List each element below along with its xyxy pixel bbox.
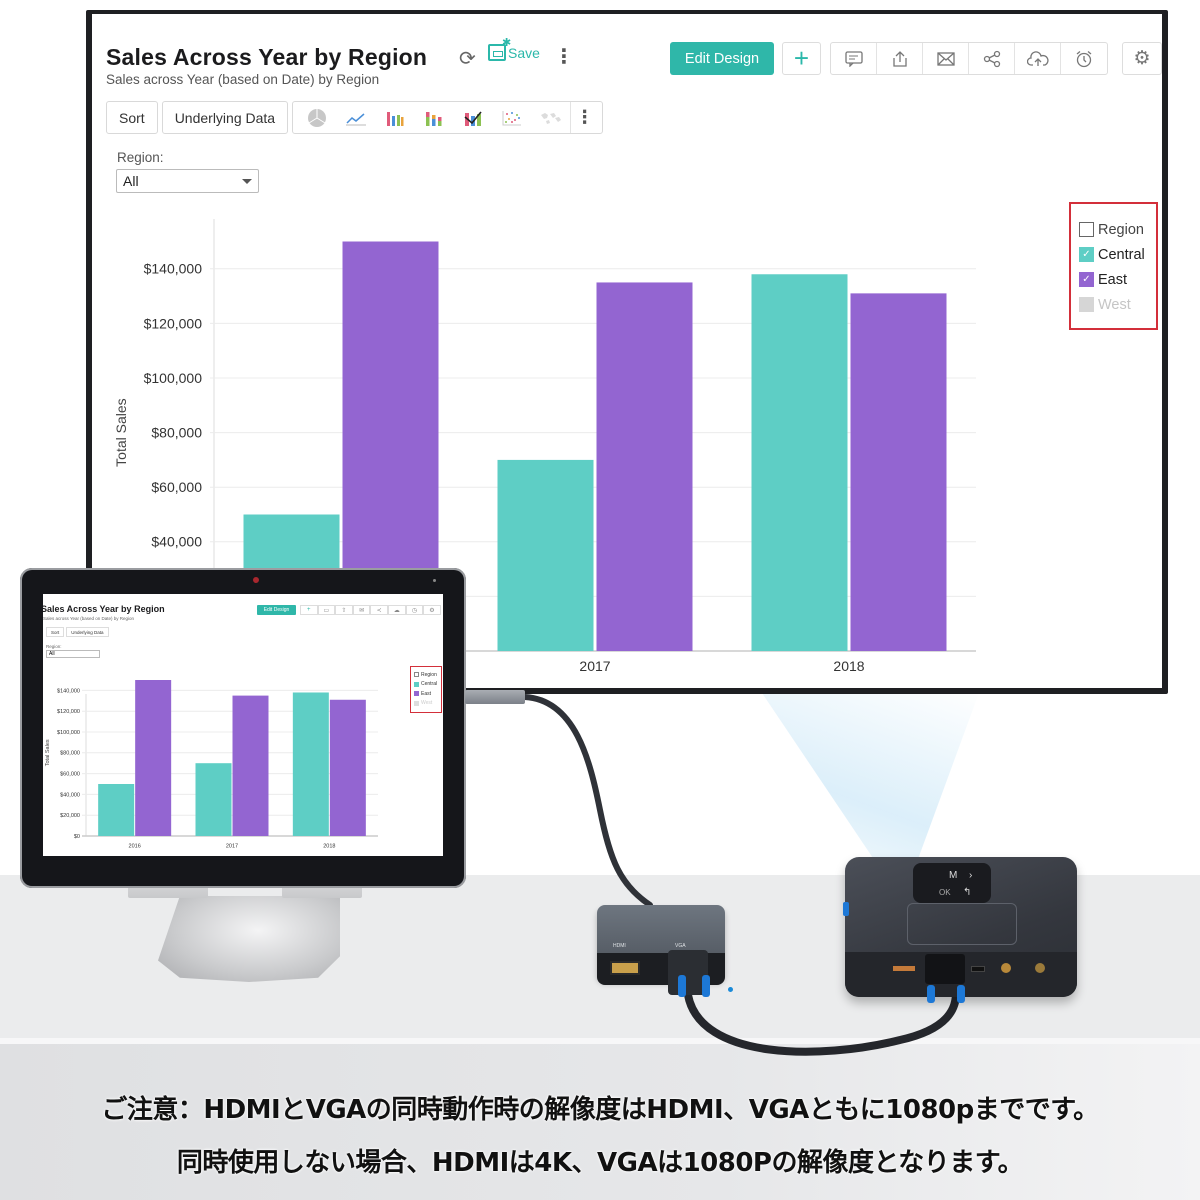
x-tick-label: 2017 xyxy=(226,844,238,850)
legend-item-central[interactable]: ✓ Central xyxy=(1079,242,1156,267)
x-tick-label: 2018 xyxy=(323,844,335,850)
legend-label: Region xyxy=(421,671,437,678)
tablet-legend-central[interactable]: Central xyxy=(414,680,441,690)
bar-east-2017 xyxy=(232,695,269,836)
tablet-stand-base xyxy=(158,896,340,982)
vga-screw-left xyxy=(678,975,686,997)
y-tick-label: $140,000 xyxy=(57,688,80,694)
y-tick-label: $60,000 xyxy=(151,479,202,495)
bar-central-2018 xyxy=(751,274,848,651)
tablet-legend-header[interactable]: Region xyxy=(414,670,441,680)
legend-item-west[interactable]: West xyxy=(1079,292,1156,317)
mini-projector: M OK › ↰ xyxy=(843,857,1077,997)
projector-vga-screw-right xyxy=(957,985,965,1003)
projector-control-panel: M OK › ↰ xyxy=(913,863,991,903)
projector-touchpad xyxy=(907,903,1017,945)
usb-c-connector xyxy=(465,690,525,704)
tablet-dashboard-view: Sales Across Year by Region Sales across… xyxy=(43,594,443,856)
y-tick-label: $120,000 xyxy=(57,709,80,715)
legend-label: Central xyxy=(1098,246,1145,263)
tablet-device: Sales Across Year by Region Sales across… xyxy=(20,568,466,888)
hdmi-input-port xyxy=(971,966,985,972)
y-tick-label: $0 xyxy=(74,834,80,840)
sensor-dot xyxy=(433,579,436,582)
legend-label: Region xyxy=(1098,221,1144,238)
y-axis-title: Total Sales xyxy=(45,739,51,766)
legend-item-east[interactable]: ✓ East xyxy=(1079,267,1156,292)
legend-label: West xyxy=(1098,296,1131,313)
y-tick-label: $80,000 xyxy=(60,751,80,757)
audio-jack xyxy=(1001,963,1011,973)
hdmi-port xyxy=(610,961,640,975)
bar-central-2017 xyxy=(195,763,232,836)
bar-east-2016 xyxy=(135,680,172,836)
legend-label: West xyxy=(421,700,433,707)
legend-checkbox-region[interactable] xyxy=(1079,222,1094,237)
y-tick-label: $140,000 xyxy=(144,261,203,277)
bar-central-2018 xyxy=(292,692,329,836)
bar-central-2016 xyxy=(98,784,135,836)
bar-east-2018 xyxy=(850,293,947,651)
y-tick-label: $60,000 xyxy=(60,772,80,778)
legend-header[interactable]: Region xyxy=(1079,217,1156,242)
projector-menu-button: M xyxy=(949,870,958,881)
x-tick-label: 2017 xyxy=(579,658,610,674)
y-tick-label: $40,000 xyxy=(60,792,80,798)
dc-jack xyxy=(1035,963,1045,973)
bar-central-2017 xyxy=(497,459,594,651)
x-tick-label: 2018 xyxy=(833,658,864,674)
vga-port-label: VGA xyxy=(675,943,686,949)
legend-label: East xyxy=(1098,271,1128,288)
legend-checkbox-central[interactable]: ✓ xyxy=(1079,247,1094,262)
hdmi-port-label: HDMI xyxy=(613,943,626,949)
caption-line-1: ご注意：HDMIとVGAの同時動作時の解像度はHDMI、VGAともに1080pま… xyxy=(101,1095,1099,1125)
vga-input-connector xyxy=(925,954,965,984)
tablet-legend-west[interactable]: West xyxy=(414,699,441,709)
usb-port xyxy=(893,966,915,971)
projector-next-icon: › xyxy=(969,870,973,881)
y-tick-label: $100,000 xyxy=(57,730,80,736)
y-tick-label: $120,000 xyxy=(144,315,203,331)
vga-screw-right xyxy=(702,975,710,997)
projector-side-button xyxy=(843,902,849,916)
tablet-chart-legend: Region Central East West xyxy=(410,666,442,713)
bar-east-2017 xyxy=(596,282,693,651)
y-tick-label: $40,000 xyxy=(151,534,202,550)
legend-label: East xyxy=(421,690,432,697)
tablet-legend-east[interactable]: East xyxy=(414,689,441,699)
caption-line-2: 同時使用しない場合、HDMIは4K、VGAは1080Pの解像度となります。 xyxy=(176,1148,1024,1178)
y-tick-label: $80,000 xyxy=(151,425,202,441)
y-tick-label: $100,000 xyxy=(144,370,203,386)
camera-icon xyxy=(253,577,259,583)
tablet-bar-chart: $0 $20,000 $40,000 $60,000 $80,000 $100,000 $1… xyxy=(45,680,378,850)
legend-checkbox-east[interactable]: ✓ xyxy=(1079,272,1094,287)
legend-checkbox-west[interactable] xyxy=(1079,297,1094,312)
y-axis-title: Total Sales xyxy=(113,398,129,466)
projector-ok-button: OK xyxy=(939,888,951,897)
projector-vga-screw-left xyxy=(927,985,935,1003)
bar-east-2018 xyxy=(329,699,366,836)
indicator-light xyxy=(728,987,733,992)
y-tick-label: $20,000 xyxy=(60,813,80,819)
legend-label: Central xyxy=(421,681,438,688)
x-tick-label: 2016 xyxy=(129,844,141,850)
projector-back-icon: ↰ xyxy=(963,887,972,898)
chart-legend: Region ✓ Central ✓ East West xyxy=(1069,202,1158,330)
